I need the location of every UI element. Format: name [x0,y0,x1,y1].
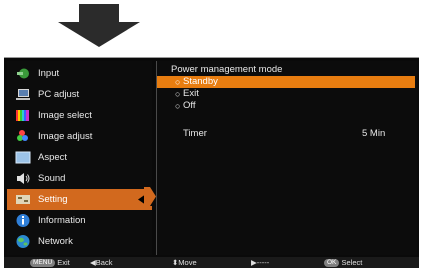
sidebar: Input PC adjust Image select Image adjus… [7,61,152,255]
ok-key-icon: OK [324,259,340,267]
sidebar-item-image-select[interactable]: Image select [7,105,152,126]
sidebar-item-sound[interactable]: Sound [7,168,152,189]
sidebar-item-label: Image select [38,110,92,121]
timer-value[interactable]: 5 Min [362,128,385,139]
sidebar-item-input[interactable]: Input [7,63,152,84]
setting-icon [16,195,30,204]
status-bar: MENU Exit ◀Back ⬍Move ▶----- OK Select [4,257,419,268]
option-exit[interactable]: ○ Exit [157,88,415,100]
sidebar-item-label: Information [38,215,86,226]
image-select-icon [16,110,29,121]
option-label: Exit [183,88,199,99]
next-hint-label: ----- [256,258,270,267]
sidebar-item-label: Network [38,236,73,247]
information-icon [16,214,30,227]
sidebar-item-network[interactable]: Network [7,231,152,252]
exit-hint-label: Exit [57,258,70,267]
power-management-panel: Power management mode ○ Standby ○ Exit ○… [156,61,417,255]
sidebar-item-label: Input [38,68,60,79]
select-hint: OK Select [324,257,362,268]
next-hint: ▶----- [251,257,269,268]
down-arrow-icon [58,4,140,47]
timer-label: Timer [183,128,207,139]
menu-window: Input PC adjust Image select Image adjus… [4,57,419,258]
sidebar-item-label: Aspect [38,152,68,163]
radio-icon: ○ [175,89,181,99]
sidebar-item-aspect[interactable]: Aspect [7,147,152,168]
sidebar-item-image-adjust[interactable]: Image adjust [7,126,152,147]
radio-icon: ○ [175,77,181,87]
selection-notch [144,187,156,206]
panel-title: Power management mode [171,64,283,75]
sidebar-item-label: Setting [38,194,68,205]
move-hint: ⬍Move [172,257,197,268]
image-adjust-icon [17,130,28,141]
option-label: Off [183,100,196,111]
radio-icon: ○ [175,101,181,111]
exit-hint: MENU Exit [30,257,70,268]
sidebar-item-label: Sound [38,173,66,184]
sidebar-item-information[interactable]: Information [7,210,152,231]
sidebar-item-pc-adjust[interactable]: PC adjust [7,84,152,105]
move-hint-label: Move [178,258,197,267]
option-label: Standby [183,76,218,87]
input-icon [17,68,29,79]
option-off[interactable]: ○ Off [157,100,415,112]
sidebar-item-setting[interactable]: Setting [7,189,152,210]
sidebar-item-label: PC adjust [38,89,80,100]
sound-icon [17,173,30,184]
network-icon [16,235,30,248]
aspect-icon [15,151,31,164]
option-standby[interactable]: ○ Standby [157,76,415,88]
back-hint-label: Back [95,258,113,267]
menu-key-icon: MENU [30,259,56,267]
pc-adjust-icon [16,89,30,100]
back-hint: ◀Back [90,257,112,268]
select-hint-label: Select [341,258,363,267]
sidebar-item-label: Image adjust [38,131,93,142]
